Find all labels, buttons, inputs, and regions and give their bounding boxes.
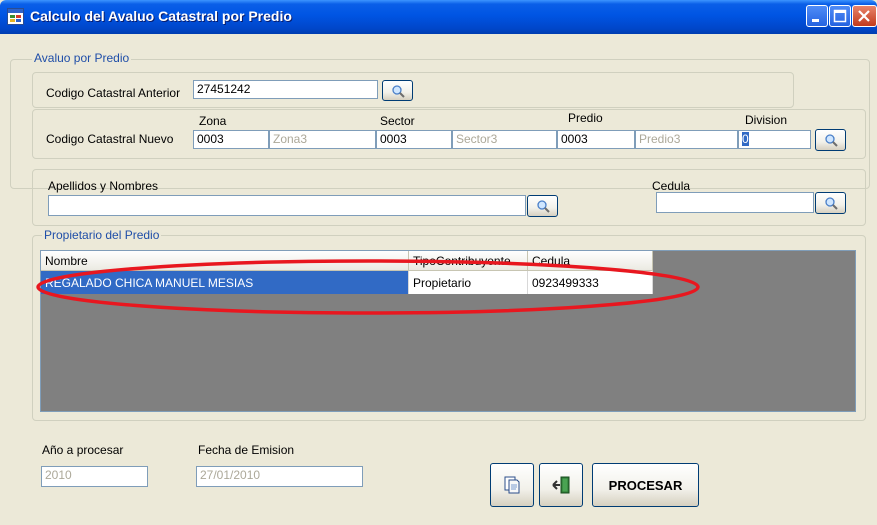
exit-button[interactable]: [539, 463, 583, 507]
cell-tipo: Propietario: [409, 271, 528, 294]
fecha-label: Fecha de Emision: [198, 443, 295, 457]
cedula-input[interactable]: [656, 192, 814, 213]
window-title: Calculo del Avaluo Catastral por Predio: [30, 8, 292, 24]
maximize-icon: [833, 9, 847, 23]
zona-label: Zona: [199, 114, 227, 128]
predio-name-input: Predio3: [635, 130, 738, 149]
anio-label: Año a procesar: [42, 443, 124, 457]
search-icon: [824, 197, 838, 210]
anio-input: 2010: [41, 466, 148, 487]
column-header-cedula[interactable]: Cedula: [528, 251, 653, 271]
codigo-nuevo-label: Codigo Catastral Nuevo: [46, 132, 174, 146]
search-icon: [824, 134, 838, 147]
predio-label: Predio: [568, 111, 603, 125]
close-icon: [858, 10, 870, 22]
search-codigo-anterior-button[interactable]: [382, 80, 413, 101]
procesar-button-label: PROCESAR: [608, 477, 683, 493]
title-bar[interactable]: Calculo del Avaluo Catastral por Predio: [0, 0, 877, 34]
predio-code-input[interactable]: 0003: [557, 130, 635, 149]
sector-name-input: Sector3: [452, 130, 557, 149]
minimize-button[interactable]: [806, 5, 828, 27]
apellidos-label: Apellidos y Nombres: [48, 179, 159, 193]
search-cedula-button[interactable]: [815, 192, 846, 214]
column-header-nombre[interactable]: Nombre: [41, 251, 409, 271]
division-label: Division: [745, 113, 788, 127]
sector-code-input[interactable]: 0003: [376, 130, 452, 149]
app-icon: [7, 8, 24, 25]
column-header-tipo[interactable]: TipoContribuyente: [409, 251, 528, 271]
search-codigo-nuevo-button[interactable]: [815, 129, 846, 151]
avaluo-group-legend: Avaluo por Predio: [32, 51, 132, 65]
exit-door-icon: [552, 476, 570, 494]
window-client: Avaluo por Predio Codigo Catastral Anter…: [4, 34, 873, 521]
document-icon: [504, 476, 520, 494]
cedula-label: Cedula: [652, 179, 691, 193]
maximize-button[interactable]: [829, 5, 851, 27]
zona-code-input[interactable]: 0003: [193, 130, 269, 149]
codigo-anterior-input[interactable]: 27451242: [193, 80, 378, 99]
sector-label: Sector: [380, 114, 415, 128]
propietario-grid[interactable]: Nombre TipoContribuyente Cedula REGALADO…: [40, 250, 856, 412]
apellidos-input[interactable]: [48, 195, 526, 216]
new-document-button[interactable]: [490, 463, 534, 507]
division-value: 0: [742, 132, 749, 146]
search-apellidos-button[interactable]: [527, 195, 558, 217]
division-input[interactable]: 0: [738, 130, 811, 149]
cell-nombre: REGALADO CHICA MANUEL MESIAS: [41, 271, 409, 294]
minimize-icon: [812, 19, 819, 22]
propietario-group-legend: Propietario del Predio: [42, 228, 162, 242]
close-button[interactable]: [852, 5, 877, 27]
search-icon: [536, 200, 550, 213]
codigo-anterior-label: Codigo Catastral Anterior: [46, 86, 181, 100]
cell-cedula: 0923499333: [528, 271, 653, 294]
procesar-button[interactable]: PROCESAR: [592, 463, 699, 507]
search-icon: [391, 84, 405, 98]
fecha-input: 27/01/2010: [196, 466, 363, 487]
zona-name-input: Zona3: [269, 130, 376, 149]
